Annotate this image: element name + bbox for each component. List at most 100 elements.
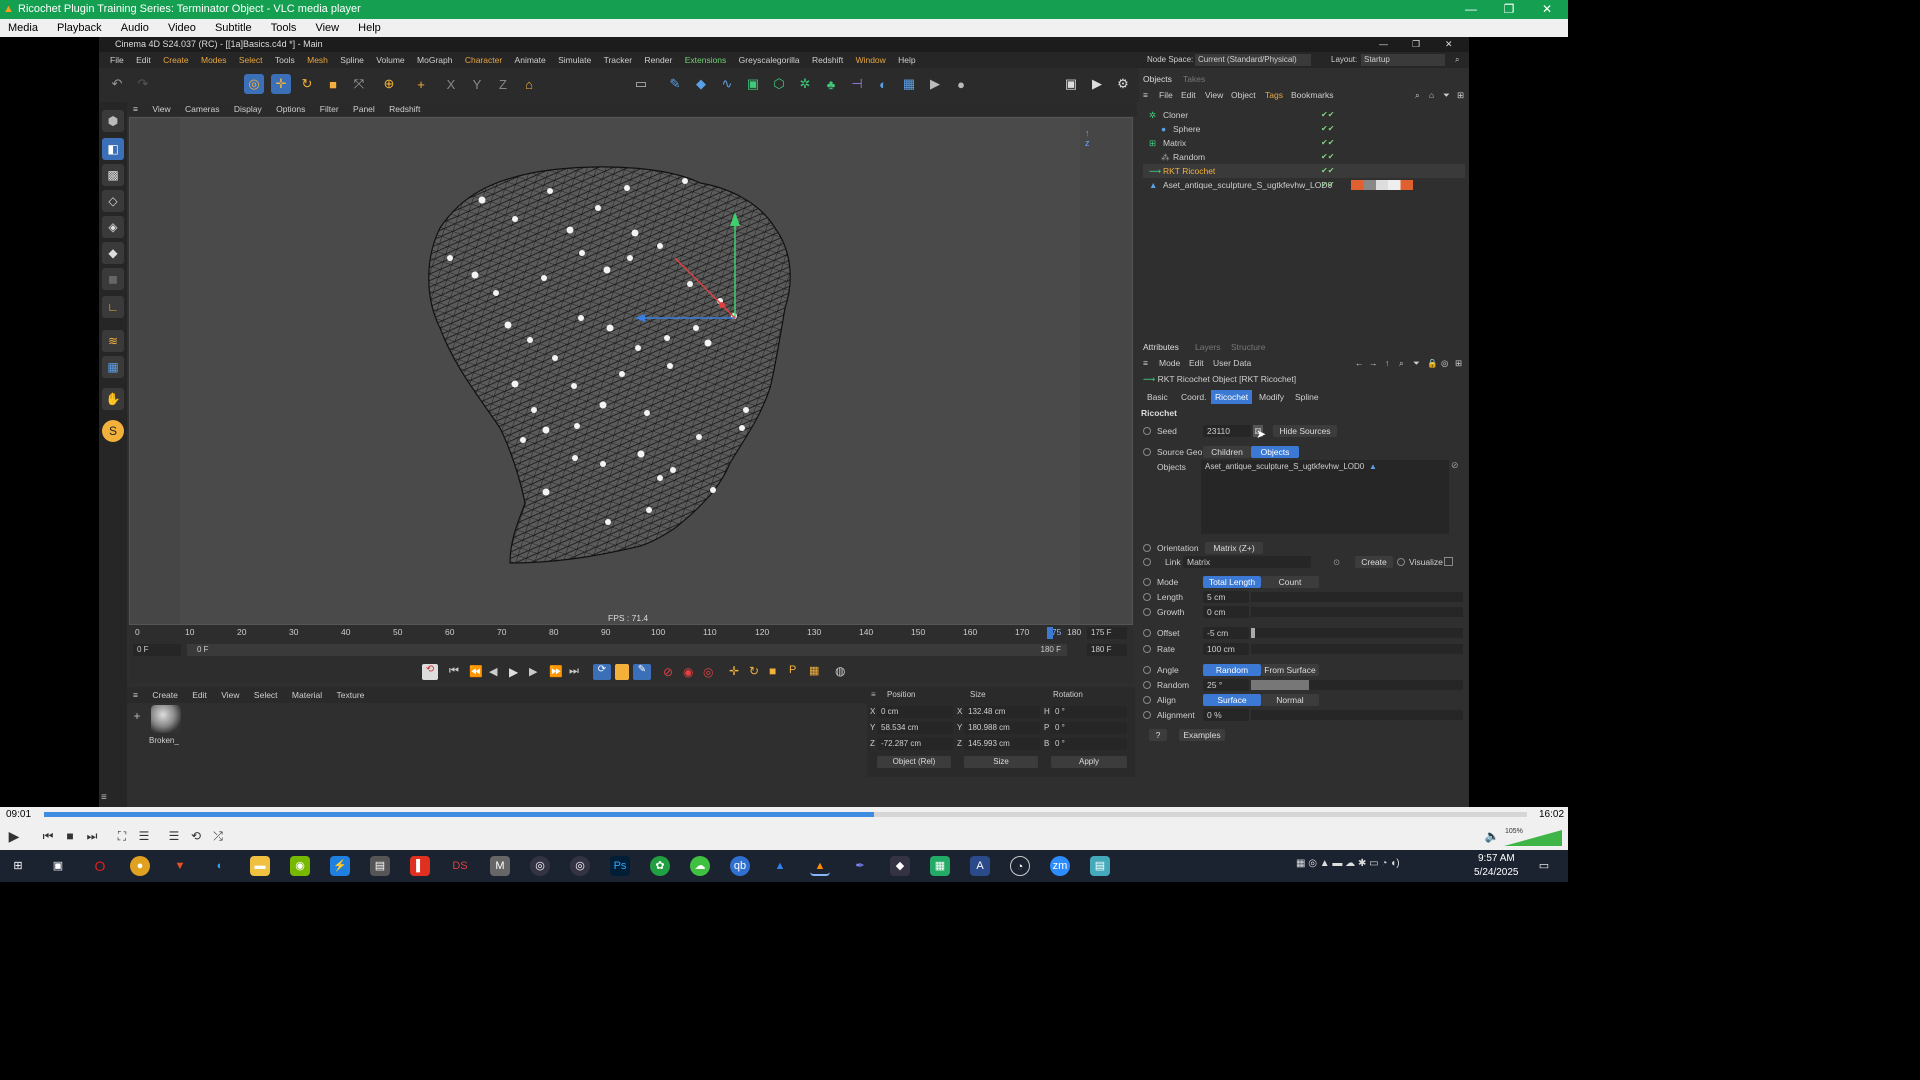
close-icon[interactable]: ✕	[1528, 0, 1566, 19]
objects-menu-object[interactable]: Object	[1231, 88, 1256, 102]
menu-help[interactable]: Help	[350, 19, 389, 37]
random-button[interactable]: Random	[1203, 664, 1261, 676]
nvidia-icon[interactable]: ◉	[290, 856, 310, 876]
normal-button[interactable]: Normal	[1261, 694, 1319, 706]
animate-dot[interactable]	[1143, 681, 1151, 689]
objects-search-icon[interactable]: ⌕	[1415, 88, 1420, 102]
cube-icon[interactable]: ◆	[691, 74, 711, 94]
c4d-close-icon[interactable]: ✕	[1445, 37, 1453, 52]
app6-icon[interactable]: ✒	[850, 856, 870, 876]
coords-menu-icon[interactable]: ≡	[871, 690, 876, 699]
animate-dot[interactable]	[1143, 645, 1151, 653]
workplane-icon[interactable]: ▦	[102, 356, 124, 378]
current-frame-field[interactable]: 175 F	[1087, 627, 1127, 639]
range-bar[interactable]: 0 F 180 F	[187, 644, 1067, 656]
start-frame-field[interactable]: 0 F	[133, 644, 181, 656]
animate-dot[interactable]	[1143, 696, 1151, 704]
animate-dot[interactable]	[1143, 544, 1151, 552]
key-rotation-icon[interactable]: ↻	[749, 664, 759, 678]
loop-icon[interactable]: ⟳	[593, 664, 611, 680]
size-y-field[interactable]: 180.988 cm	[964, 722, 1040, 734]
c4d-menu-select[interactable]: Select	[234, 52, 268, 68]
attr-settings-icon[interactable]: ◎	[1441, 356, 1448, 370]
growth-field[interactable]: 0 cm	[1203, 606, 1249, 618]
snap-icon[interactable]: ≋	[102, 330, 124, 352]
menu-playback[interactable]: Playback	[49, 19, 110, 37]
app9-icon[interactable]: A	[970, 856, 990, 876]
material-menu-material[interactable]: Material	[286, 687, 328, 703]
c4d-menu-character[interactable]: Character	[460, 52, 507, 68]
prev-key-icon[interactable]: ⏪	[469, 665, 483, 678]
autokey-record-icon[interactable]: ◎	[703, 665, 713, 679]
objects-hamburger-icon[interactable]: ≡	[1143, 88, 1148, 102]
onion-icon[interactable]	[615, 664, 629, 680]
app7-icon[interactable]: ◆	[890, 856, 910, 876]
tab-structure[interactable]: Structure	[1231, 340, 1266, 354]
animate-dot[interactable]	[1143, 593, 1151, 601]
material-menu-view[interactable]: View	[215, 687, 245, 703]
c4d-menu-window[interactable]: Window	[851, 52, 891, 68]
volume-icon[interactable]: 🔈	[1482, 827, 1502, 845]
material-hamburger-icon[interactable]: ≡	[127, 687, 144, 703]
deformer-icon[interactable]: ⊣	[847, 74, 867, 94]
app8-icon[interactable]: ▦	[930, 856, 950, 876]
render-icon[interactable]: ▶	[1087, 74, 1107, 94]
link-clear-icon[interactable]: ⊘	[1451, 460, 1459, 471]
key-scale-icon[interactable]: ■	[769, 664, 776, 678]
attr-menu-userdata[interactable]: User Data	[1213, 356, 1251, 370]
plugin-s-icon[interactable]: S	[102, 420, 124, 442]
random-field[interactable]: 25 °	[1203, 679, 1249, 691]
timeline[interactable]: 0 10 20 30 40 50 60 70 80 90 100 110 120…	[129, 625, 1133, 661]
object-row-sphere[interactable]: ● Sphere ✔✔	[1143, 122, 1465, 136]
visualize-checkbox[interactable]	[1444, 557, 1453, 566]
menu-media[interactable]: Media	[0, 19, 46, 37]
y-axis-icon[interactable]: Y	[467, 74, 487, 94]
visibility-check[interactable]: ✔✔	[1321, 136, 1334, 150]
mode-polygons-icon[interactable]: ◆	[102, 242, 124, 264]
hide-sources-button[interactable]: Hide Sources	[1273, 425, 1337, 437]
previous-icon[interactable]: ⏮	[38, 827, 58, 845]
material-menu-texture[interactable]: Texture	[331, 687, 371, 703]
object-row-sculpture[interactable]: ▲ Aset_antique_sculpture_S_ugtkfevhw_LOD…	[1143, 178, 1465, 192]
spline-icon[interactable]: ∿	[717, 74, 737, 94]
material-tag-icon[interactable]	[1351, 180, 1413, 190]
play-icon[interactable]: ▶	[509, 665, 518, 679]
size-x-field[interactable]: 132.48 cm	[964, 706, 1040, 718]
c4d-minimize-icon[interactable]: —	[1379, 37, 1388, 52]
next-icon[interactable]: ⏭	[82, 827, 102, 845]
rate-slider[interactable]	[1251, 644, 1463, 654]
c4d-menu-simulate[interactable]: Simulate	[553, 52, 596, 68]
total-length-button[interactable]: Total Length	[1203, 576, 1261, 588]
node-space-dropdown[interactable]: Current (Standard/Physical)	[1195, 54, 1311, 66]
coords-mode-dropdown[interactable]: Object (Rel)	[877, 756, 951, 768]
add-icon[interactable]: +	[411, 74, 431, 94]
mograph-icon[interactable]: ♣	[821, 74, 841, 94]
qbittorrent-icon[interactable]: qb	[730, 856, 750, 876]
app11-icon[interactable]: ▤	[1090, 856, 1110, 876]
mode-model-icon[interactable]: ⬢	[102, 110, 124, 132]
autokey-icon[interactable]: ✎	[633, 664, 651, 680]
light-icon[interactable]: ●	[951, 74, 971, 94]
c4d-menu-mograph[interactable]: MoGraph	[412, 52, 457, 68]
objects-menu-bookmarks[interactable]: Bookmarks	[1291, 88, 1334, 102]
c4d-maximize-icon[interactable]: ❐	[1412, 37, 1420, 52]
go-to-end-icon[interactable]: ⏭	[569, 665, 579, 678]
playlist-icon[interactable]: ☰	[164, 827, 184, 845]
redo-icon[interactable]: ↷	[133, 74, 153, 94]
attr-filter-icon[interactable]: ⏷	[1413, 356, 1420, 370]
from-surface-button[interactable]: From Surface	[1261, 664, 1319, 676]
c4d-menu-greyscalegorilla[interactable]: Greyscalegorilla	[734, 52, 805, 68]
lock-icon[interactable]: ✋	[102, 388, 124, 410]
next-key-icon[interactable]: ⏩	[549, 665, 563, 678]
object-row-matrix[interactable]: ⊞ Matrix ✔✔	[1143, 136, 1465, 150]
stop-icon[interactable]: ■	[60, 827, 80, 845]
animate-dot[interactable]	[1143, 629, 1151, 637]
spline-pen-icon[interactable]: ✎	[665, 74, 685, 94]
viewport-menu-options[interactable]: Options	[270, 102, 311, 116]
app2-icon[interactable]: M	[490, 856, 510, 876]
3d-viewport[interactable]: ↑ z FPS : 71.4	[129, 117, 1133, 625]
subdivision-icon[interactable]: ▣	[743, 74, 763, 94]
menu-tools[interactable]: Tools	[263, 19, 305, 37]
objects-filter-icon[interactable]: ⏷	[1443, 88, 1450, 102]
scheme-icon[interactable]: ◍	[835, 664, 845, 678]
